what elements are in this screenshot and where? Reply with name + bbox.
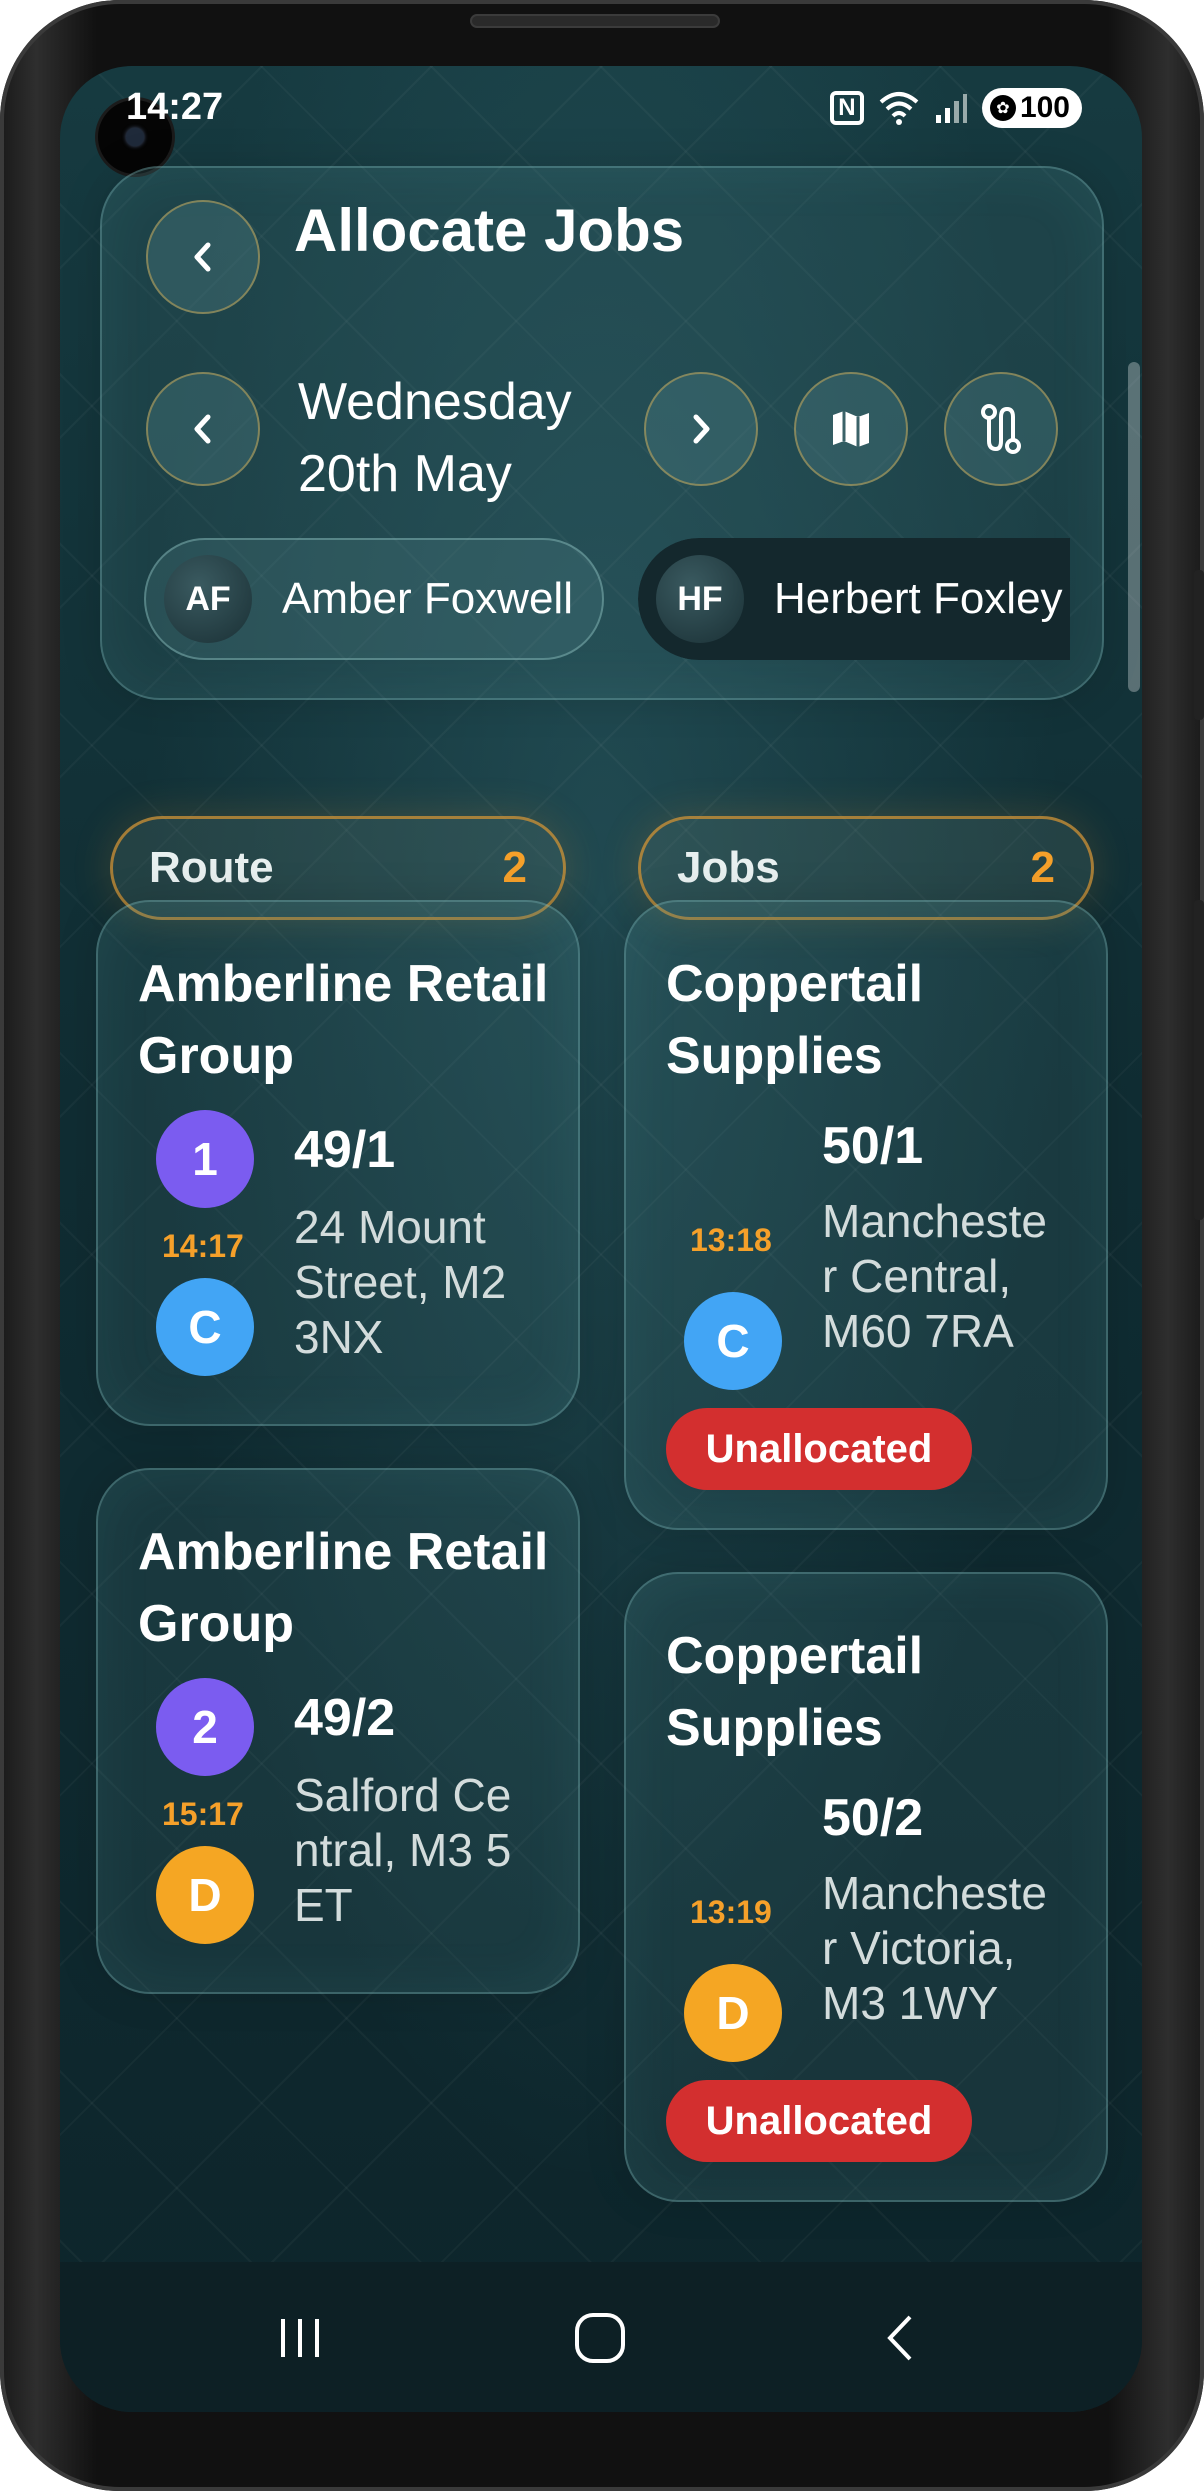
home-icon xyxy=(575,2313,625,2363)
company-name: Amberline Retail Group xyxy=(138,955,549,1085)
job-number: 50/1 xyxy=(822,1117,924,1175)
driver-chip-amber-foxwell[interactable]: AF Amber Foxwell xyxy=(144,538,604,660)
status-bar: 14:27 N ✿ 100 xyxy=(60,66,1142,174)
date-day-month: 20th May xyxy=(298,445,512,503)
power-button xyxy=(1194,900,1204,1220)
route-icon xyxy=(981,404,1021,454)
job-address: 24 Mount Street, M2 3NX xyxy=(294,1201,507,1363)
status-time: 14:27 xyxy=(126,86,224,128)
wifi-icon xyxy=(879,92,919,125)
phone-frame: 14:27 N ✿ 100 Allocate Jobs Wednesday 20… xyxy=(0,0,1204,2491)
company-name: Amberline Retail Group xyxy=(138,1523,549,1653)
company-name: Coppertail Supplies xyxy=(666,1627,924,1757)
tab-route-count: 2 xyxy=(502,843,527,892)
chevron-left-icon xyxy=(194,242,211,272)
tab-route-label: Route xyxy=(149,843,274,892)
app-screen: 14:27 N ✿ 100 Allocate Jobs Wednesday 20… xyxy=(60,66,1142,2412)
selected-date: Wednesday 20th May xyxy=(298,366,572,510)
sequence-badge: 1 xyxy=(156,1110,254,1208)
job-number: 49/2 xyxy=(294,1689,396,1747)
job-type-badge: C xyxy=(684,1292,782,1390)
route-button[interactable] xyxy=(944,372,1058,486)
system-nav-bar xyxy=(60,2262,1142,2412)
signal-icon xyxy=(935,94,967,123)
job-time: 15:17 xyxy=(162,1796,244,1832)
unallocated-job-card[interactable]: Coppertail Supplies 50/2 13:19 Mancheste… xyxy=(624,1572,1108,2202)
battery-indicator: ✿ 100 xyxy=(981,88,1082,128)
tab-jobs-count: 2 xyxy=(1030,843,1055,892)
status-badge: Unallocated xyxy=(666,2080,972,2162)
speaker-grille xyxy=(470,14,720,28)
route-job-card[interactable]: Amberline Retail Group 2 15:17 D 49/2 Sa… xyxy=(96,1468,580,1994)
job-time: 13:18 xyxy=(690,1222,772,1258)
route-job-card[interactable]: Amberline Retail Group 1 14:17 C 49/1 24… xyxy=(96,900,580,1426)
sequence-badge: 2 xyxy=(156,1678,254,1776)
job-time: 14:17 xyxy=(162,1228,244,1264)
job-number: 49/1 xyxy=(294,1121,396,1179)
map-icon xyxy=(833,411,869,447)
chevron-left-icon xyxy=(194,414,211,444)
driver-chip-scroll: HF Herbert Foxley xyxy=(638,538,1070,660)
home-button[interactable] xyxy=(560,2308,640,2368)
tab-jobs-label: Jobs xyxy=(677,843,780,892)
previous-day-button[interactable] xyxy=(146,372,260,486)
page-title: Allocate Jobs xyxy=(294,197,685,264)
job-address: Manchester Central, M60 7RA xyxy=(822,1195,1048,1357)
job-time: 13:19 xyxy=(690,1894,772,1930)
job-address: Manchester Victoria, M3 1WY xyxy=(822,1867,1048,2029)
map-button[interactable] xyxy=(794,372,908,486)
date-weekday: Wednesday xyxy=(298,373,572,431)
nfc-icon: N xyxy=(829,91,864,125)
job-type-badge: D xyxy=(156,1846,254,1944)
back-nav-button[interactable] xyxy=(860,2308,940,2368)
job-address: Salford Central, M3 5ET xyxy=(294,1769,512,1931)
job-type-badge: C xyxy=(156,1278,254,1376)
avatar: AF xyxy=(164,555,252,643)
volume-button xyxy=(1194,570,1204,720)
company-name: Coppertail Supplies xyxy=(666,955,924,1085)
recent-apps-button[interactable] xyxy=(260,2308,340,2368)
chevron-right-icon xyxy=(693,414,710,444)
scrollbar[interactable] xyxy=(1128,362,1140,692)
back-icon xyxy=(887,2315,912,2361)
battery-level: 100 xyxy=(1019,91,1070,124)
recent-apps-icon xyxy=(281,2319,319,2357)
unallocated-job-card[interactable]: Coppertail Supplies 50/1 13:18 Mancheste… xyxy=(624,900,1108,1530)
job-type-badge: D xyxy=(684,1964,782,2062)
next-day-button[interactable] xyxy=(644,372,758,486)
status-icons: N ✿ 100 xyxy=(829,88,1082,128)
avatar: HF xyxy=(656,555,744,643)
back-button[interactable] xyxy=(146,200,260,314)
job-number: 50/2 xyxy=(822,1789,924,1847)
power-saving-icon: ✿ xyxy=(989,95,1016,121)
driver-name: Amber Foxwell xyxy=(282,574,573,623)
status-badge: Unallocated xyxy=(666,1408,972,1490)
driver-chip-herbert-foxley[interactable]: HF Herbert Foxley xyxy=(638,538,1070,660)
driver-name: Herbert Foxley xyxy=(774,574,1063,623)
